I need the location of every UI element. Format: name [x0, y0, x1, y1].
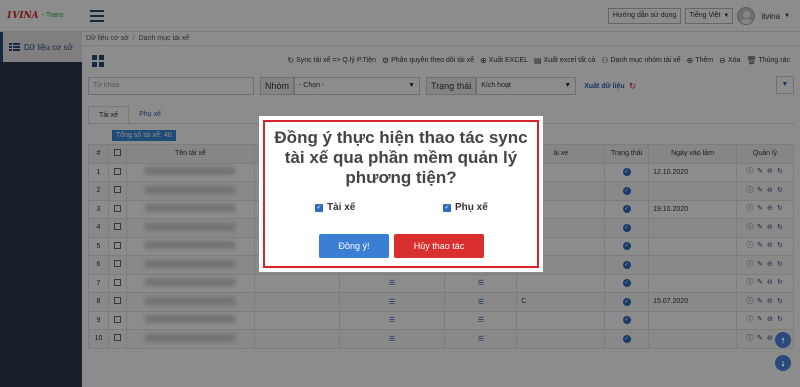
dialog-title: Đồng ý thực hiện thao tác sync tài xế qu…: [274, 128, 528, 187]
option-driver-label: Tài xế: [327, 202, 356, 213]
checkbox-checked-icon[interactable]: ✓: [315, 203, 323, 212]
scroll-up-icon[interactable]: ↑: [775, 332, 791, 348]
confirm-dialog: Đồng ý thực hiện thao tác sync tài xế qu…: [259, 116, 543, 272]
scroll-down-icon[interactable]: ↓: [775, 355, 791, 371]
option-assistant[interactable]: ✓ Phụ xế: [443, 202, 488, 213]
option-driver[interactable]: ✓ Tài xế: [315, 202, 355, 213]
option-assistant-label: Phụ xế: [455, 202, 488, 213]
confirm-button[interactable]: Đồng ý!: [319, 234, 389, 258]
checkbox-checked-icon[interactable]: ✓: [443, 203, 451, 212]
cancel-button[interactable]: Hủy thao tác: [394, 234, 484, 258]
